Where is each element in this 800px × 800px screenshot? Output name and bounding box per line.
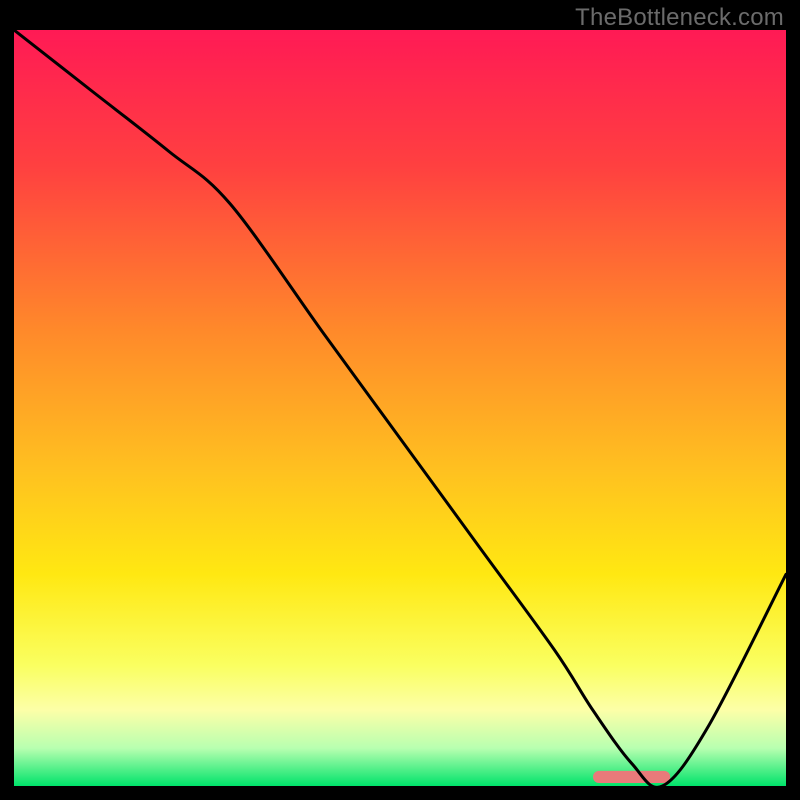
bottleneck-chart: [14, 30, 786, 786]
chart-background: [14, 30, 786, 786]
highlight-segment: [593, 771, 670, 783]
chart-frame: [14, 30, 786, 786]
watermark-text: TheBottleneck.com: [575, 4, 784, 32]
